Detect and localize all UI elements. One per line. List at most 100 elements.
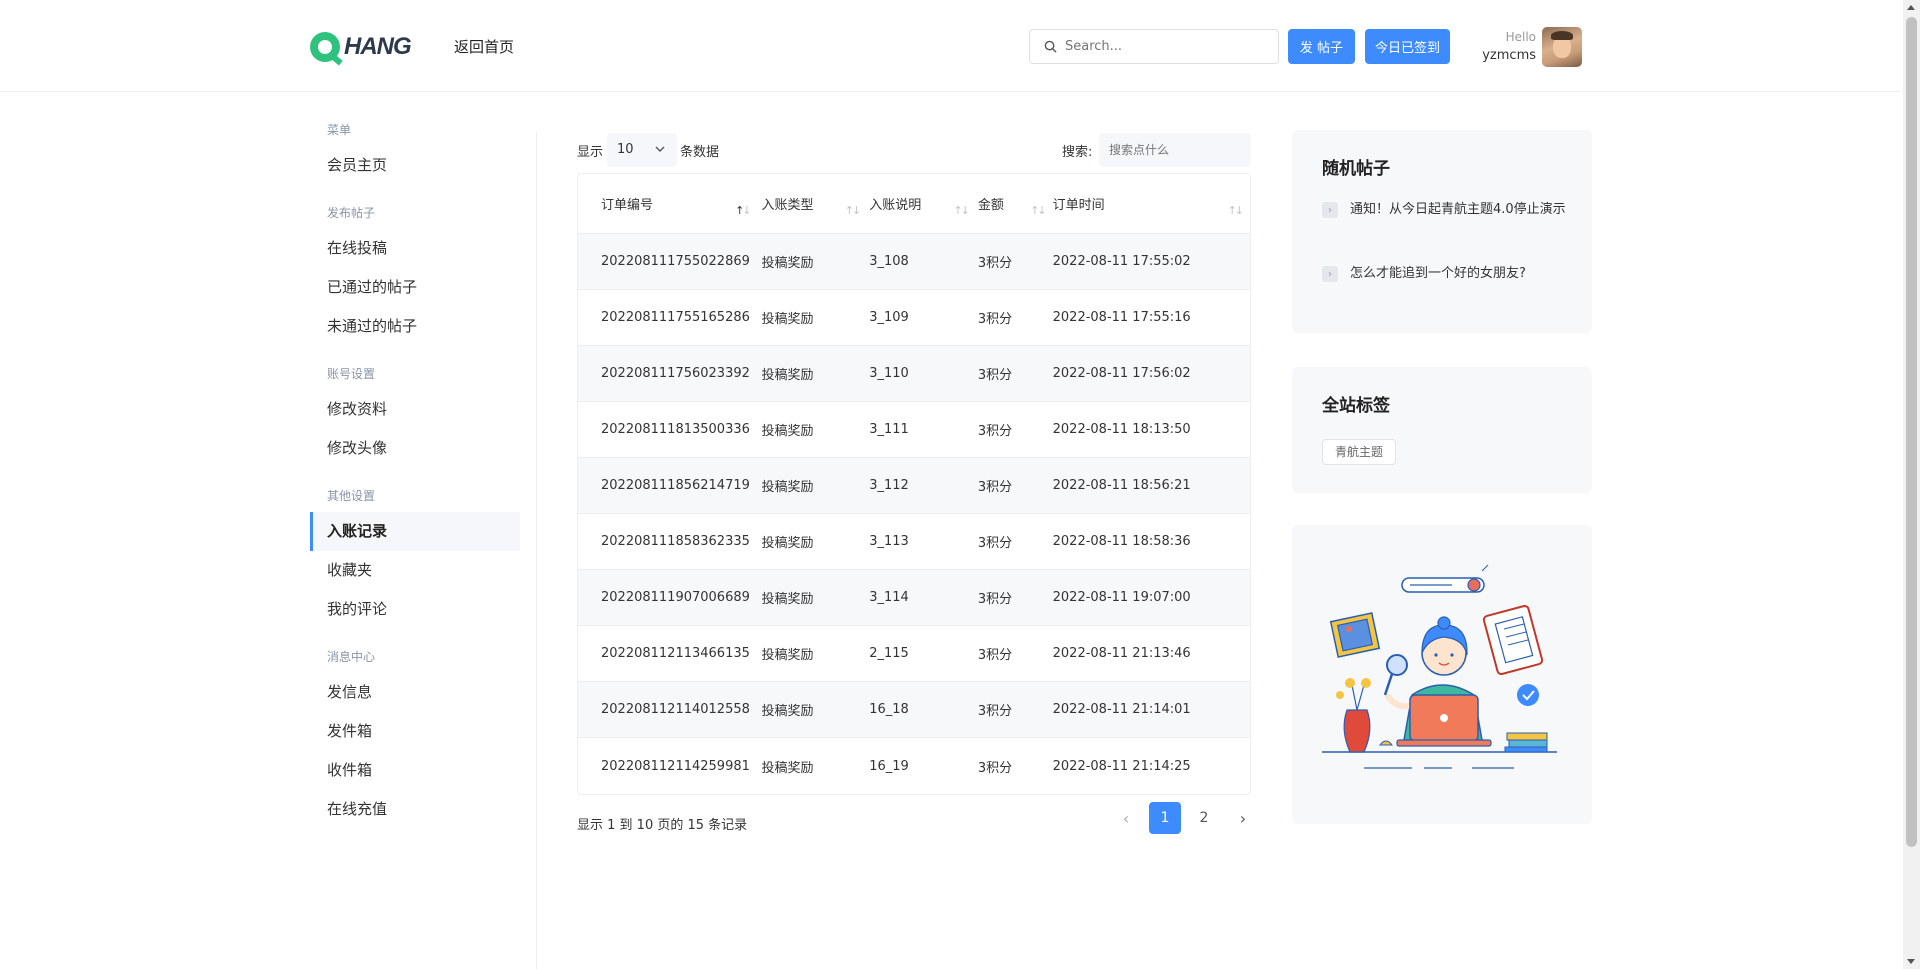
site-tags-card: 全站标签 青航主题 <box>1292 367 1592 493</box>
column-header-amount[interactable]: 金额 ↑↓ <box>976 174 1053 233</box>
cell-type: 投稿奖励 <box>761 648 814 663</box>
column-header-description[interactable]: 入账说明 ↑↓ <box>867 174 976 233</box>
column-header-label: 入账类型 <box>761 198 814 213</box>
cell-amount: 3积分 <box>977 480 1013 495</box>
cell-time: 2022-08-11 21:13:46 <box>1052 646 1191 661</box>
header-search-input[interactable] <box>1065 39 1255 54</box>
cell-time: 2022-08-11 18:58:36 <box>1052 534 1191 549</box>
search-icon <box>1044 40 1057 53</box>
table-header: 订单编号 ↑↓ 入账类型 ↑↓ 入账说明 ↑↓ 金额 ↑↓ 订单时间 ↑↓ <box>578 174 1250 234</box>
table-row: 202208112114259981 投稿奖励 16_19 3积分 2022-0… <box>578 738 1250 794</box>
cell-type: 投稿奖励 <box>761 704 814 719</box>
cell-order-no: 202208111813500336 <box>601 422 750 437</box>
random-post-link[interactable]: 通知！从今日起青航主题4.0停止演示 <box>1350 200 1566 219</box>
cell-amount: 3积分 <box>977 312 1013 327</box>
cell-description: 3_109 <box>869 310 909 325</box>
table-controls: 显示 10 条数据 搜索: <box>577 133 1251 167</box>
cell-description: 2_115 <box>869 646 909 661</box>
cell-order-no: 202208111755022869 <box>601 254 750 269</box>
table-info: 显示 1 到 10 页的 15 条记录 <box>577 818 748 833</box>
sidebar-item-favorites[interactable]: 收藏夹 <box>310 551 520 590</box>
sidebar-item-outbox[interactable]: 发件箱 <box>310 712 520 751</box>
chevron-right-icon: › <box>1322 266 1338 282</box>
cell-time: 2022-08-11 17:56:02 <box>1052 366 1191 381</box>
sidebar-menu: 菜单 会员主页 发布帖子 在线投稿 已通过的帖子 未通过的帖子 账号设置 修改资… <box>310 120 520 829</box>
table-row: 202208111756023392 投稿奖励 3_110 3积分 2022-0… <box>578 346 1250 402</box>
sidebar-item-submit[interactable]: 在线投稿 <box>310 229 520 268</box>
table-row: 202208111907006689 投稿奖励 3_114 3积分 2022-0… <box>578 570 1250 626</box>
cell-description: 3_111 <box>869 422 909 437</box>
scroll-up-icon[interactable] <box>1907 5 1915 10</box>
cell-amount: 3积分 <box>977 256 1013 271</box>
user-name[interactable]: yzmcms <box>1470 48 1536 63</box>
post-button[interactable]: 发 帖子 <box>1288 29 1355 64</box>
column-header-time[interactable]: 订单时间 ↑↓ <box>1053 174 1250 233</box>
pagination-page-2[interactable]: 2 <box>1188 802 1220 834</box>
random-post-item[interactable]: › 怎么才能追到一个好的女朋友? <box>1322 264 1572 283</box>
pagination-page-1[interactable]: 1 <box>1149 802 1181 834</box>
header-search[interactable] <box>1029 29 1279 64</box>
cell-order-no: 202208111907006689 <box>601 590 750 605</box>
site-tags-title: 全站标签 <box>1322 396 1390 416</box>
cell-order-no: 202208111755165286 <box>601 310 750 325</box>
cell-description: 3_113 <box>869 534 909 549</box>
back-home-link[interactable]: 返回首页 <box>454 36 514 57</box>
cell-amount: 3积分 <box>977 592 1013 607</box>
random-post-item[interactable]: › 通知！从今日起青航主题4.0停止演示 <box>1322 200 1572 219</box>
sort-icon: ↑↓ <box>953 204 970 217</box>
column-header-label: 订单编号 <box>601 198 654 213</box>
page-size-select[interactable]: 10 <box>607 133 677 167</box>
page-size-value: 10 <box>617 142 634 157</box>
sidebar-item-my-comments[interactable]: 我的评论 <box>310 590 520 629</box>
income-records-table: 订单编号 ↑↓ 入账类型 ↑↓ 入账说明 ↑↓ 金额 ↑↓ 订单时间 ↑↓ 20… <box>577 173 1251 795</box>
logo-text: HANG <box>344 33 412 60</box>
cell-description: 16_19 <box>869 758 909 774</box>
sidebar-item-edit-avatar[interactable]: 修改头像 <box>310 429 520 468</box>
cell-type: 投稿奖励 <box>761 368 814 383</box>
menu-group-title: 其他设置 <box>327 489 376 503</box>
rows-label: 条数据 <box>680 145 720 160</box>
cell-order-no: 202208111856214719 <box>601 478 750 493</box>
sidebar-item-member-home[interactable]: 会员主页 <box>310 146 520 185</box>
column-header-label: 入账说明 <box>869 198 922 213</box>
site-logo[interactable]: HANG <box>310 32 412 62</box>
cell-order-no: 202208112114012558 <box>601 702 750 717</box>
cell-time: 2022-08-11 18:56:21 <box>1052 478 1191 493</box>
signin-button[interactable]: 今日已签到 <box>1365 29 1450 64</box>
scroll-down-icon[interactable] <box>1907 959 1915 964</box>
column-header-type[interactable]: 入账类型 ↑↓ <box>758 174 868 233</box>
sidebar-item-income-records[interactable]: 入账记录 <box>310 512 520 551</box>
sidebar-item-inbox[interactable]: 收件箱 <box>310 751 520 790</box>
cell-type: 投稿奖励 <box>761 256 814 271</box>
sidebar-item-approved[interactable]: 已通过的帖子 <box>310 268 520 307</box>
cell-type: 投稿奖励 <box>761 424 814 439</box>
scrollbar-thumb[interactable] <box>1906 17 1917 847</box>
table-row: 202208111755165286 投稿奖励 3_109 3积分 2022-0… <box>578 290 1250 346</box>
illustration-card <box>1292 525 1592 824</box>
sidebar-item-recharge[interactable]: 在线充值 <box>310 790 520 829</box>
cell-description: 16_18 <box>869 702 909 717</box>
tag-item[interactable]: 青航主题 <box>1322 439 1397 465</box>
pagination-next-button[interactable]: › <box>1227 802 1259 834</box>
cell-order-no: 202208112113466135 <box>601 646 750 661</box>
cell-type: 投稿奖励 <box>761 592 814 607</box>
cell-description: 3_110 <box>869 366 909 381</box>
cell-amount: 3积分 <box>977 424 1013 439</box>
table-row: 202208111813500336 投稿奖励 3_111 3积分 2022-0… <box>578 402 1250 458</box>
working-woman-illustration <box>1322 564 1557 769</box>
cell-time: 2022-08-11 21:14:01 <box>1052 702 1191 717</box>
avatar[interactable] <box>1542 27 1582 67</box>
sidebar-item-send-message[interactable]: 发信息 <box>310 673 520 712</box>
sidebar-item-edit-profile[interactable]: 修改资料 <box>310 390 520 429</box>
column-header-order-no[interactable]: 订单编号 ↑↓ <box>578 174 758 233</box>
random-post-link[interactable]: 怎么才能追到一个好的女朋友? <box>1350 264 1526 283</box>
table-row: 202208111856214719 投稿奖励 3_112 3积分 2022-0… <box>578 458 1250 514</box>
table-search-input[interactable] <box>1099 133 1251 167</box>
page-scrollbar[interactable] <box>1903 0 1920 969</box>
pagination-prev-button[interactable]: ‹ <box>1110 802 1142 834</box>
cell-amount: 3积分 <box>977 704 1013 719</box>
sidebar-item-rejected[interactable]: 未通过的帖子 <box>310 307 520 346</box>
cell-amount: 3积分 <box>977 648 1013 663</box>
pagination: ‹ 1 2 › <box>1103 802 1259 834</box>
cell-type: 投稿奖励 <box>761 480 814 495</box>
